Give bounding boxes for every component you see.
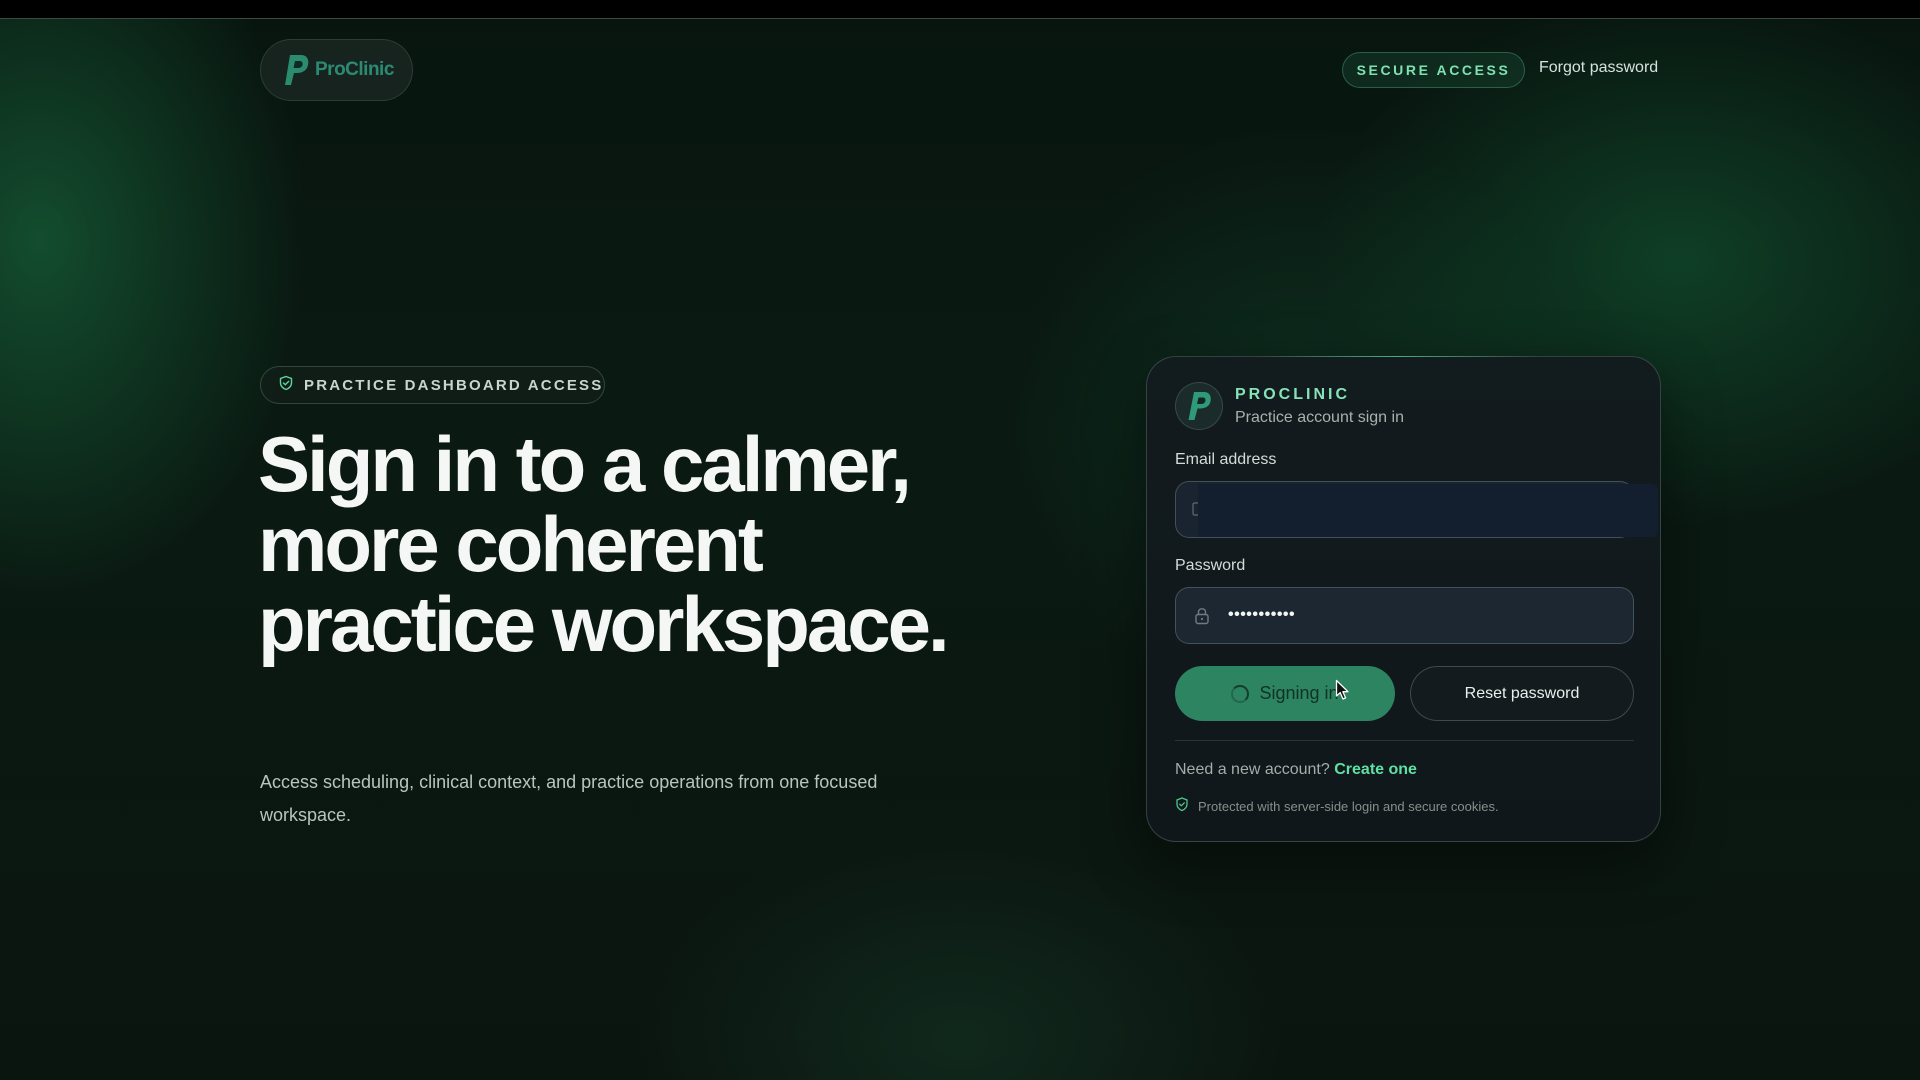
signup-row: Need a new account? Create one xyxy=(1175,761,1417,779)
email-input[interactable] xyxy=(1206,482,1626,537)
reset-password-button[interactable]: Reset password xyxy=(1410,666,1634,721)
hero-title: Sign in to a calmer, more coherent pract… xyxy=(258,420,950,668)
signup-prompt: Need a new account? xyxy=(1175,761,1330,778)
sign-in-card: PROCLINIC Practice account sign in Email… xyxy=(1146,356,1661,842)
shield-check-icon xyxy=(278,375,294,396)
forgot-password-link[interactable]: Forgot password xyxy=(1539,59,1658,77)
lock-icon xyxy=(1194,607,1210,630)
practice-access-label: PRACTICE DASHBOARD ACCESS xyxy=(304,376,604,394)
logo-text: ProClinic xyxy=(315,59,394,80)
security-note-text: Protected with server-side login and sec… xyxy=(1198,798,1499,814)
email-field[interactable] xyxy=(1175,481,1658,538)
hero-subtitle: Access scheduling, clinical context, and… xyxy=(260,772,878,825)
logo-badge[interactable]: ProClinic xyxy=(260,39,413,101)
password-field[interactable]: ••••••••••• xyxy=(1175,587,1634,644)
secure-access-badge: SECURE ACCESS xyxy=(1342,52,1525,88)
password-label: Password xyxy=(1175,557,1246,574)
email-label: Email address xyxy=(1175,451,1277,468)
security-note: Protected with server-side login and sec… xyxy=(1175,797,1499,815)
spinner-icon xyxy=(1231,684,1250,703)
login-page: ProClinic SECURE ACCESS Forgot password … xyxy=(0,0,1920,1080)
practice-access-pill: PRACTICE DASHBOARD ACCESS xyxy=(260,366,605,404)
mouse-cursor-icon xyxy=(1335,679,1351,706)
card-brand-name: PROCLINIC xyxy=(1235,386,1350,403)
card-brand-subtitle: Practice account sign in xyxy=(1235,409,1404,426)
create-account-link[interactable]: Create one xyxy=(1334,761,1417,778)
shield-check-icon xyxy=(1175,797,1189,815)
card-logo-icon xyxy=(1175,382,1223,430)
p-logo-icon xyxy=(281,53,311,87)
sign-in-button[interactable]: Signing in xyxy=(1175,666,1395,721)
card-divider xyxy=(1175,740,1634,741)
browser-top-bar xyxy=(0,0,1920,19)
sign-in-button-label: Signing in xyxy=(1259,683,1339,703)
password-value: ••••••••••• xyxy=(1228,606,1296,623)
